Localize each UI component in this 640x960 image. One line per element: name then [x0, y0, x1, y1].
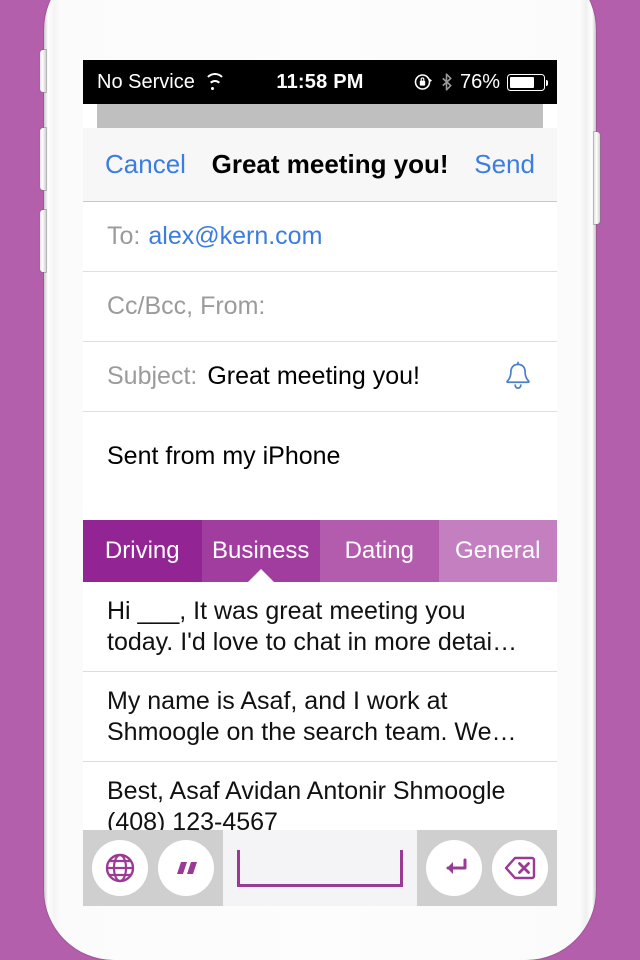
- to-label: To:: [107, 222, 141, 250]
- background-page-sliver: [97, 104, 543, 128]
- tab-dating[interactable]: Dating: [320, 520, 439, 582]
- bluetooth-icon: [442, 73, 452, 91]
- tab-driving-label: Driving: [104, 537, 180, 564]
- subject-field-row[interactable]: Subject: Great meeting you!: [83, 342, 557, 412]
- send-button[interactable]: Send: [474, 149, 535, 180]
- delete-icon: [504, 856, 535, 880]
- subject-left-group: Subject: Great meeting you!: [107, 362, 420, 391]
- battery-percent-label: 76%: [459, 70, 500, 93]
- keyboard-right-zone: [417, 830, 557, 906]
- page-title: Great meeting you!: [211, 149, 449, 179]
- return-key[interactable]: [426, 840, 483, 896]
- tab-driving[interactable]: Driving: [83, 520, 202, 582]
- space-key[interactable]: [237, 849, 403, 887]
- tab-general[interactable]: General: [438, 520, 557, 582]
- quote-key[interactable]: [157, 840, 214, 896]
- list-item[interactable]: My name is Asaf, and I work at Shmoogle …: [83, 672, 557, 762]
- tab-dating-label: Dating: [344, 537, 414, 564]
- list-item[interactable]: Hi ___, It was great meeting you today. …: [83, 582, 557, 672]
- keyboard-toolbar: [83, 830, 557, 906]
- delete-key[interactable]: [491, 840, 548, 896]
- subject-label: Subject:: [107, 362, 198, 390]
- return-icon: [446, 858, 467, 874]
- category-tab-strip: Driving Business Dating General: [83, 520, 557, 582]
- tab-business[interactable]: Business: [201, 520, 320, 582]
- email-body-text: Sent from my iPhone: [107, 442, 341, 470]
- globe-key[interactable]: [92, 840, 149, 896]
- tab-business-label: Business: [212, 537, 310, 564]
- snippet-suggestion-list: Hi ___, It was great meeting you today. …: [83, 582, 557, 852]
- volume-up-button[interactable]: [40, 128, 46, 190]
- battery-icon: [507, 73, 548, 91]
- keyboard-left-zone: [83, 830, 223, 906]
- to-field-row[interactable]: To: alex@kern.com: [83, 202, 557, 272]
- battery-fill: [510, 76, 535, 88]
- bell-icon[interactable]: [503, 361, 533, 393]
- tab-general-label: General: [455, 537, 541, 564]
- phone-screen: No Service 11:58 PM 76% Cancel Great mee…: [83, 60, 557, 906]
- keyboard-space-zone: [223, 830, 417, 906]
- cancel-button[interactable]: Cancel: [105, 149, 186, 180]
- subject-value[interactable]: Great meeting you!: [207, 362, 420, 391]
- to-recipient-value[interactable]: alex@kern.com: [148, 222, 322, 251]
- quote-icon: [176, 862, 197, 874]
- navigation-bar: Cancel Great meeting you! Send: [83, 128, 557, 202]
- status-bar: No Service 11:58 PM 76%: [83, 60, 557, 104]
- email-body-area[interactable]: Sent from my iPhone: [83, 412, 557, 520]
- rotation-lock-icon: [414, 74, 432, 90]
- globe-icon: [106, 853, 135, 883]
- cc-bcc-from-field-row[interactable]: Cc/Bcc, From:: [83, 272, 557, 342]
- volume-down-button[interactable]: [40, 210, 46, 272]
- silent-switch-button[interactable]: [40, 50, 46, 92]
- status-bar-right: 76%: [413, 70, 548, 94]
- cc-bcc-from-label: Cc/Bcc, From:: [107, 292, 266, 320]
- power-button[interactable]: [594, 132, 600, 224]
